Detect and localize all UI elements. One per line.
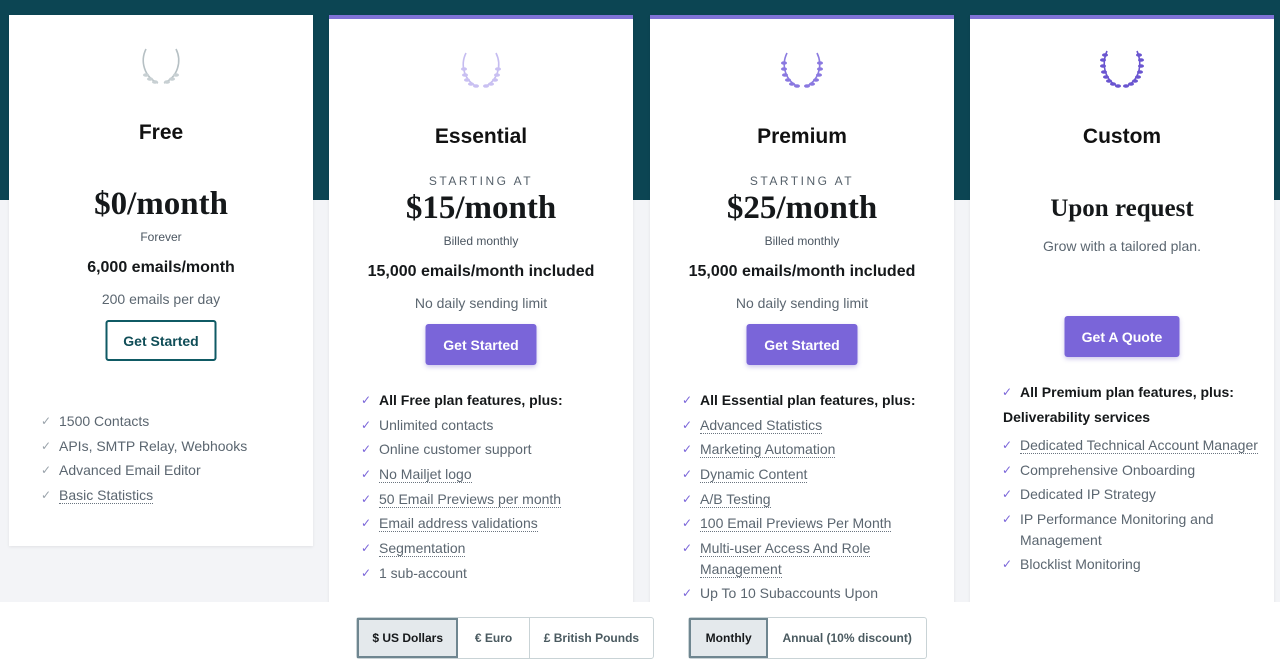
- plan-name: Free: [138, 121, 184, 144]
- feature-item: ✓ IP Performance Monitoring and Managemen…: [1002, 511, 1214, 548]
- feature-item: ✓ 1 sub-account: [361, 563, 621, 584]
- plan-name: Custom: [1082, 125, 1162, 148]
- feature-item: ✓ Blocklist Monitoring: [1002, 554, 1262, 575]
- feature-list: ✓ 1500 Contacts ✓ APIs, SMTP Relay, Webhoo…: [41, 411, 301, 510]
- feature-item[interactable]: ✓ Multi-user Access And Role Management: [682, 538, 942, 579]
- feature-item: ✓ Up To 10 Subaccounts Upon: [682, 583, 942, 604]
- feature-item[interactable]: ✓ Marketing Automation: [682, 439, 942, 460]
- check-icon: ✓: [682, 516, 693, 531]
- check-icon: ✓: [41, 463, 52, 478]
- feature-item[interactable]: ✓ Dynamic Content: [682, 464, 942, 485]
- sending-limit: 200 emails per day: [101, 291, 221, 307]
- check-icon: ✓: [1002, 438, 1013, 452]
- email-quota: 6,000 emails/month: [87, 259, 235, 276]
- feature-item[interactable]: ✓ Dedicated Technical Account Manager: [1002, 435, 1262, 456]
- check-icon: ✓: [682, 467, 693, 482]
- laurel-icon: [461, 52, 501, 88]
- laurel-icon: [1100, 50, 1144, 88]
- billing-note: Forever: [140, 230, 182, 244]
- sending-limit: No daily sending limit: [735, 295, 869, 311]
- check-icon: ✓: [682, 417, 693, 432]
- starting-at-label: STARTING AT: [428, 174, 534, 188]
- feature-item: ✓ 1500 Contacts: [41, 411, 301, 432]
- check-icon: ✓: [682, 586, 693, 601]
- feature-item[interactable]: ✓ Email address validations: [361, 513, 621, 534]
- billing-note: Billed monthly: [443, 234, 519, 248]
- plan-price: Upon request: [1050, 195, 1194, 222]
- check-icon: ✓: [41, 414, 52, 428]
- currency-option-gbp[interactable]: £ British Pounds: [530, 618, 653, 658]
- email-quota: 15,000 emails/month included: [367, 263, 595, 280]
- sending-limit: No daily sending limit: [414, 295, 548, 311]
- feature-item: ✓ APIs, SMTP Relay, Webhooks: [41, 436, 301, 457]
- billing-note: Billed monthly: [764, 234, 840, 248]
- feature-item[interactable]: ✓ 50 Email Previews per month: [361, 489, 621, 510]
- check-icon: ✓: [1002, 512, 1013, 527]
- feature-list: ✓ All Free plan features, plus: ✓ Unlimite…: [361, 390, 621, 588]
- plan-price: $15/month: [405, 190, 557, 226]
- check-icon: ✓: [361, 442, 372, 457]
- check-icon: ✓: [361, 393, 372, 407]
- check-icon: ✓: [41, 438, 52, 453]
- currency-option-usd[interactable]: $ US Dollars: [357, 618, 459, 658]
- plan-name: Essential: [434, 125, 528, 148]
- get-started-button[interactable]: Get Started: [746, 324, 858, 365]
- feature-item[interactable]: ✓ Segmentation: [361, 538, 621, 559]
- feature-item: ✓ Dedicated IP Strategy: [1002, 484, 1262, 505]
- feature-item[interactable]: ✓ No Mailjet logo: [361, 464, 621, 485]
- check-icon: ✓: [682, 491, 693, 506]
- plan-price: $25/month: [726, 190, 878, 226]
- feature-item: ✓ Comprehensive Onboarding: [1002, 460, 1262, 481]
- feature-item: ✓ Unlimited contacts: [361, 415, 621, 436]
- feature-item[interactable]: ✓ Advanced Statistics: [682, 415, 942, 436]
- feature-item[interactable]: ✓ A/B Testing: [682, 489, 942, 510]
- plan-price: $0/month: [94, 186, 228, 222]
- check-icon: ✓: [361, 491, 372, 506]
- check-icon: ✓: [361, 541, 372, 556]
- check-icon: ✓: [682, 442, 693, 457]
- check-icon: ✓: [41, 488, 52, 503]
- plan-card-free: Free $0/month Forever 6,000 emails/month…: [9, 15, 313, 546]
- check-icon: ✓: [361, 516, 372, 531]
- billing-option-monthly[interactable]: Monthly: [689, 618, 769, 658]
- laurel-icon: [142, 48, 180, 84]
- feature-list: ✓ Dedicated Technical Account Manager ✓ Co…: [1002, 435, 1262, 579]
- plan-name: Premium: [757, 125, 847, 148]
- currency-option-eur[interactable]: € Euro: [458, 618, 530, 658]
- feature-list-heading: ✓ All Free plan features, plus:: [361, 390, 621, 411]
- check-icon: ✓: [1002, 557, 1013, 572]
- feature-item: ✓ Advanced Email Editor: [41, 460, 301, 481]
- starting-at-label: STARTING AT: [749, 174, 855, 188]
- feature-list-heading: ✓ All Premium plan features, plus:: [1002, 382, 1262, 403]
- feature-list-heading-row: ✓ All Premium plan features, plus:: [1002, 382, 1262, 407]
- check-icon: ✓: [361, 467, 372, 482]
- check-icon: ✓: [1002, 462, 1013, 477]
- check-icon: ✓: [1002, 385, 1013, 399]
- billing-period-toggle: Monthly Annual (10% discount): [688, 617, 927, 659]
- billing-option-annual[interactable]: Annual (10% discount): [768, 618, 926, 658]
- feature-item[interactable]: ✓ Basic Statistics: [41, 485, 301, 506]
- feature-list-heading: ✓ All Essential plan features, plus:: [682, 390, 942, 411]
- feature-item[interactable]: ✓ 100 Email Previews Per Month: [682, 513, 942, 534]
- get-a-quote-button[interactable]: Get A Quote: [1064, 316, 1180, 357]
- feature-item: ✓ Online customer support: [361, 439, 621, 460]
- get-started-button[interactable]: Get Started: [425, 324, 537, 365]
- feature-list: ✓ All Essential plan features, plus: ✓ Adv…: [682, 390, 942, 608]
- email-quota: 15,000 emails/month included: [688, 263, 916, 280]
- plan-card-essential: Essential STARTING AT $15/month Billed m…: [329, 15, 633, 615]
- plan-tagline: Grow with a tailored plan.: [1043, 238, 1201, 254]
- check-icon: ✓: [361, 565, 372, 580]
- check-icon: ✓: [682, 541, 693, 556]
- currency-toggle: $ US Dollars € Euro £ British Pounds: [356, 617, 654, 659]
- plan-card-premium: Premium STARTING AT $25/month Billed mon…: [650, 15, 954, 615]
- get-started-button[interactable]: Get Started: [105, 320, 217, 361]
- deliverability-heading: Deliverability services: [1003, 409, 1151, 425]
- laurel-icon: [781, 52, 823, 88]
- check-icon: ✓: [1002, 487, 1013, 502]
- pricing-cards: Free $0/month Forever 6,000 emails/month…: [0, 0, 1280, 615]
- check-icon: ✓: [682, 393, 693, 407]
- plan-card-custom: Custom Upon request Grow with a tailored…: [970, 15, 1274, 615]
- check-icon: ✓: [361, 417, 372, 432]
